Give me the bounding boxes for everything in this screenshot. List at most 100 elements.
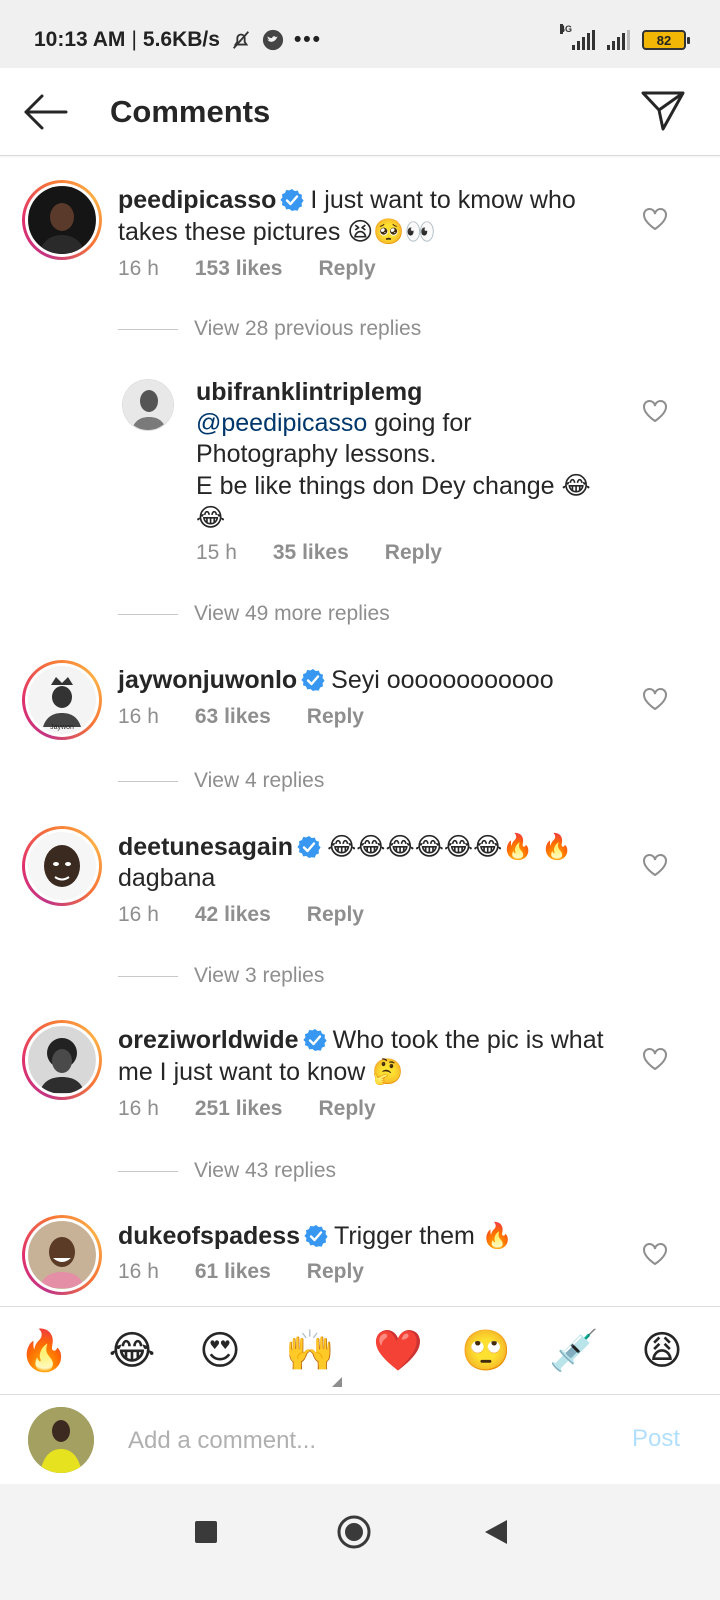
- like-heart-icon[interactable]: [642, 399, 668, 423]
- home-button[interactable]: [332, 1510, 376, 1554]
- comment-likes[interactable]: 35 likes: [273, 541, 349, 565]
- profile-photo-icon: Jaywon: [29, 667, 95, 733]
- back-arrow-icon[interactable]: [22, 90, 68, 134]
- comment-username[interactable]: deetunesagain: [118, 833, 293, 861]
- comment-username[interactable]: jaywonjuwonlo: [118, 666, 297, 694]
- avatar[interactable]: [22, 826, 102, 906]
- view-replies-label[interactable]: View 28 previous replies: [194, 317, 421, 341]
- comment-likes[interactable]: 61 likes: [195, 1260, 271, 1284]
- reply-button[interactable]: Reply: [307, 705, 364, 729]
- reply-button[interactable]: Reply: [318, 1097, 375, 1121]
- twitter-bird-icon: [262, 29, 284, 51]
- mention-link[interactable]: @peedipicasso: [196, 409, 367, 437]
- like-heart-icon[interactable]: [642, 687, 668, 711]
- comment-time: 16 h: [118, 1260, 159, 1283]
- status-separator: |: [131, 28, 137, 51]
- avatar[interactable]: [22, 1215, 102, 1295]
- view-replies-toggle[interactable]: View 3 replies: [118, 964, 324, 988]
- view-replies-label[interactable]: View 3 replies: [194, 964, 324, 988]
- direct-share-icon[interactable]: [640, 88, 686, 134]
- reply-button[interactable]: Reply: [307, 1260, 364, 1284]
- profile-photo-icon: [29, 833, 95, 899]
- comment-emoji: 🔥: [481, 1221, 513, 1250]
- system-navigation-bar: [0, 1484, 720, 1600]
- emoji-eye-roll-button[interactable]: 🙄: [460, 1325, 512, 1377]
- like-heart-icon[interactable]: [642, 207, 668, 231]
- view-replies-label[interactable]: View 43 replies: [194, 1159, 336, 1183]
- divider-line: [118, 975, 178, 977]
- emoji-syringe-button[interactable]: 💉: [548, 1325, 600, 1377]
- comment-text-line3: E be like things don Dey change: [196, 472, 555, 500]
- like-heart-icon[interactable]: [642, 1047, 668, 1071]
- recents-button[interactable]: [184, 1510, 228, 1554]
- reply-button[interactable]: Reply: [307, 903, 364, 927]
- avatar[interactable]: [22, 180, 102, 260]
- comment-username[interactable]: oreziworldwide: [118, 1026, 299, 1054]
- emoji-weary-button[interactable]: 😩: [636, 1325, 688, 1377]
- comment-emoji-2: 😂: [196, 503, 226, 532]
- comment-likes[interactable]: 251 likes: [195, 1097, 283, 1121]
- back-button[interactable]: [474, 1510, 518, 1554]
- comments-list[interactable]: peedipicasso I just want to kmow who take…: [0, 157, 720, 1330]
- emoji-raised-hands-button[interactable]: 🙌: [284, 1325, 336, 1377]
- comment-text: Seyi oooooooooooo: [331, 666, 554, 694]
- comment-likes[interactable]: 63 likes: [195, 705, 271, 729]
- emoji-red-heart-button[interactable]: ❤️: [372, 1325, 424, 1377]
- status-network-speed: 5.6KB/s: [142, 28, 220, 51]
- emoji-tears-of-joy-button[interactable]: 😂: [106, 1325, 158, 1377]
- view-replies-toggle[interactable]: View 4 replies: [118, 769, 324, 793]
- view-replies-label[interactable]: View 4 replies: [194, 769, 324, 793]
- verified-badge-icon: [302, 1029, 327, 1051]
- avatar[interactable]: [122, 379, 174, 431]
- page-title: Comments: [110, 94, 271, 129]
- comment-username[interactable]: peedipicasso: [118, 186, 276, 214]
- verified-badge-icon: [304, 1225, 328, 1247]
- emoji-heart-eyes-button[interactable]: 😍: [194, 1325, 246, 1377]
- comment-time: 15 h: [196, 541, 237, 564]
- profile-photo-icon: [29, 187, 95, 253]
- comment-time: 16 h: [118, 257, 159, 280]
- network-type-label: 4G: [560, 24, 573, 34]
- top-app-bar: Comments: [0, 68, 720, 156]
- comment-time: 16 h: [118, 903, 159, 926]
- view-replies-toggle[interactable]: View 28 previous replies: [118, 317, 421, 341]
- comment-input[interactable]: [128, 1421, 588, 1461]
- view-replies-toggle[interactable]: View 43 replies: [118, 1159, 336, 1183]
- verified-badge-icon: [280, 189, 305, 211]
- comment-likes[interactable]: 153 likes: [195, 257, 283, 281]
- reply-button[interactable]: Reply: [318, 257, 375, 281]
- divider-line: [118, 328, 178, 330]
- view-replies-label[interactable]: View 49 more replies: [194, 602, 390, 626]
- verified-badge-icon: [301, 669, 325, 691]
- comment-time: 16 h: [118, 1097, 159, 1120]
- avatar[interactable]: Jaywon: [22, 660, 102, 740]
- skin-tone-indicator-icon: [332, 1377, 342, 1387]
- avatar[interactable]: [22, 1020, 102, 1100]
- like-heart-icon[interactable]: [642, 853, 668, 877]
- comment-username[interactable]: ubifranklintriplemg: [196, 377, 616, 408]
- emoji-fire-button[interactable]: 🔥: [18, 1325, 70, 1377]
- home-circle-icon: [337, 1515, 371, 1549]
- comment-text: dagbana: [118, 864, 216, 892]
- post-button[interactable]: Post: [632, 1425, 680, 1453]
- back-triangle-icon: [485, 1520, 507, 1544]
- status-bar: 10:13 AM | 5.6KB/s ••• 4G 82: [0, 0, 720, 68]
- divider-line: [118, 613, 178, 615]
- comment-emoji: 🤔: [372, 1057, 404, 1086]
- view-replies-toggle[interactable]: View 49 more replies: [118, 602, 390, 626]
- cell-signal-2-icon: [607, 30, 630, 50]
- reply-button[interactable]: Reply: [385, 541, 442, 565]
- like-heart-icon[interactable]: [642, 1242, 668, 1266]
- comment-text: Trigger them: [334, 1222, 475, 1250]
- profile-photo-icon: [29, 1027, 95, 1093]
- divider-line: [118, 1170, 178, 1172]
- comment-username[interactable]: dukeofspadess: [118, 1222, 300, 1250]
- current-user-avatar: [28, 1407, 94, 1473]
- comment-likes[interactable]: 42 likes: [195, 903, 271, 927]
- emoji-quick-bar: 🔥 😂 😍 🙌 ❤️ 🙄 💉 😩: [0, 1306, 720, 1394]
- verified-badge-icon: [297, 836, 321, 858]
- cell-signal-icon: 4G: [560, 24, 595, 50]
- battery-icon: 82: [642, 30, 690, 50]
- comment-emoji: 😂😂😂😂😂😂🔥 🔥: [327, 832, 573, 861]
- comment-emoji: 😂: [561, 471, 591, 500]
